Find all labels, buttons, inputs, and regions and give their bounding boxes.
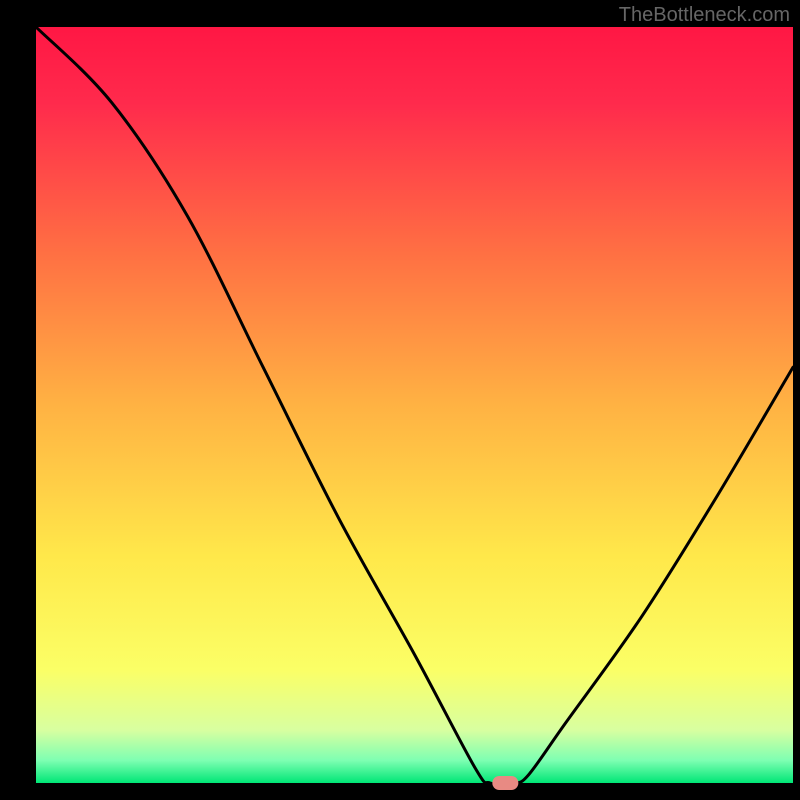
optimal-marker [492,776,518,790]
chart-container: TheBottleneck.com [0,0,800,800]
bottleneck-chart [0,0,800,800]
watermark-text: TheBottleneck.com [619,4,790,27]
gradient-background [36,27,793,783]
